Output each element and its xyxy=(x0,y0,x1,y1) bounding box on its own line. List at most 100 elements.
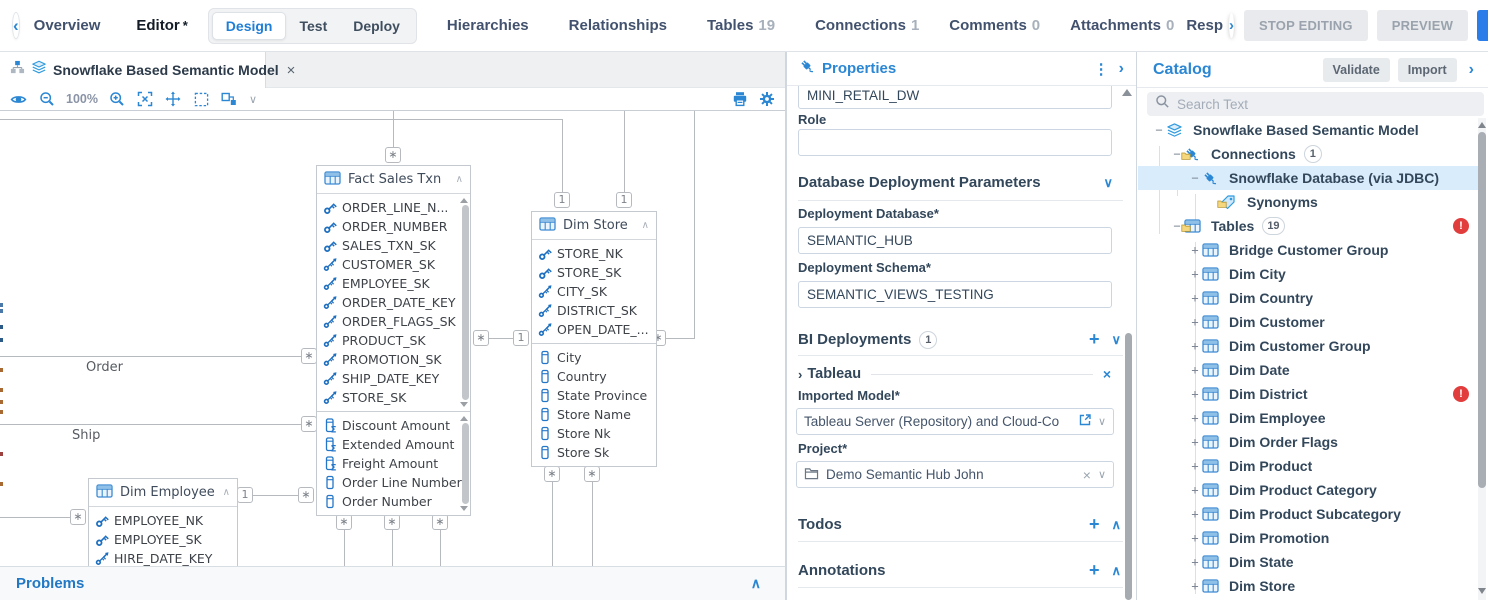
entity-field[interactable]: ΣExtended Amount xyxy=(317,435,470,454)
collapse-minus-icon[interactable]: − xyxy=(1188,171,1202,185)
tree-item-dim-employee[interactable]: +Dim Employee xyxy=(1138,406,1479,430)
expand-plus-icon[interactable]: + xyxy=(1188,291,1202,305)
scroll-up-arrow[interactable] xyxy=(460,416,468,421)
nav-overview[interactable]: Overview xyxy=(34,17,101,34)
nav-relationships[interactable]: Relationships xyxy=(569,17,667,34)
collapse-chevron-icon[interactable]: ∧ xyxy=(642,220,649,231)
entity-field[interactable]: DISTRICT_SK xyxy=(532,301,656,320)
expand-plus-icon[interactable]: + xyxy=(1188,411,1202,425)
tree-item-tables[interactable]: −Tables19! xyxy=(1138,214,1479,238)
add-bi-deployment-icon[interactable]: + xyxy=(1089,329,1100,350)
entity-field[interactable]: CUSTOMER_SK xyxy=(317,255,470,274)
scroll-down-arrow[interactable] xyxy=(460,506,468,511)
import-button[interactable]: Import xyxy=(1398,58,1457,82)
settings-gear-icon[interactable] xyxy=(758,91,775,108)
table-scrollbar[interactable] xyxy=(461,198,469,407)
diagram-canvas[interactable]: OrderShipFact Sales Txn∧ORDER_LINE_N...O… xyxy=(0,111,785,566)
entity-field[interactable]: EMPLOYEE_SK xyxy=(317,274,470,293)
entity-field[interactable]: EMPLOYEE_SK xyxy=(89,530,237,549)
entity-table-fact-sales-txn[interactable]: Fact Sales Txn∧ORDER_LINE_N...ORDER_NUMB… xyxy=(316,165,471,516)
scroll-down-arrow[interactable] xyxy=(1478,588,1486,594)
stop-editing-button[interactable]: STOP EDITING xyxy=(1244,10,1368,41)
validate-button[interactable]: Validate xyxy=(1323,58,1390,82)
entity-field[interactable]: ORDER_FLAGS_SK xyxy=(317,312,470,331)
tree-item-dim-product-subcategory[interactable]: +Dim Product Subcategory xyxy=(1138,502,1479,526)
tree-item-dim-state[interactable]: +Dim State xyxy=(1138,550,1479,574)
kebab-menu-icon[interactable]: ⋮ xyxy=(1084,60,1119,78)
entity-field[interactable]: SHIP_DATE_KEY xyxy=(317,369,470,388)
remove-tableau-icon[interactable]: × xyxy=(1103,366,1111,382)
tree-item-snowflake-based-semantic-model[interactable]: −Snowflake Based Semantic Model xyxy=(1138,118,1479,142)
properties-scrollbar[interactable] xyxy=(1125,333,1132,600)
scrollbar-thumb[interactable] xyxy=(462,205,469,400)
catalog-scrollbar[interactable] xyxy=(1478,132,1486,488)
entity-field[interactable]: ORDER_LINE_N... xyxy=(317,198,470,217)
expand-plus-icon[interactable]: + xyxy=(1188,363,1202,377)
entity-field[interactable]: City xyxy=(532,348,656,367)
add-todo-icon[interactable]: + xyxy=(1089,514,1100,535)
warehouse-field[interactable] xyxy=(798,86,1112,109)
entity-field[interactable]: HIRE_DATE_KEY xyxy=(89,549,237,566)
section-collapse-chevron-icon[interactable]: ∨ xyxy=(1103,175,1113,191)
entity-field[interactable]: ORDER_DATE_KEY xyxy=(317,293,470,312)
tree-item-dim-order-flags[interactable]: +Dim Order Flags xyxy=(1138,430,1479,454)
entity-field[interactable]: Order Line Number xyxy=(317,473,470,492)
expand-plus-icon[interactable]: + xyxy=(1188,531,1202,545)
expand-plus-icon[interactable]: + xyxy=(1188,555,1202,569)
entity-field[interactable]: STORE_SK xyxy=(317,388,470,407)
entity-field[interactable]: PRODUCT_SK xyxy=(317,331,470,350)
todos-collapse-chevron-icon[interactable]: ∧ xyxy=(1111,517,1121,533)
nav-scroll-right-button[interactable]: › xyxy=(1229,13,1234,38)
entity-table-header[interactable]: Dim Store∧ xyxy=(532,212,656,240)
scroll-up-arrow[interactable] xyxy=(460,198,468,203)
external-link-icon[interactable] xyxy=(1078,413,1092,430)
collapse-chevron-icon[interactable]: ∧ xyxy=(456,174,463,185)
tree-item-snowflake-database-via-jdbc-[interactable]: −Snowflake Database (via JDBC) xyxy=(1138,166,1479,190)
entity-field[interactable]: Store Nk xyxy=(532,424,656,443)
layout-dropdown-chevron-icon[interactable]: ∨ xyxy=(249,93,257,106)
problems-bar[interactable]: Problems ∧ xyxy=(0,566,785,600)
entity-table-header[interactable]: Dim Employee∧ xyxy=(89,479,237,507)
visibility-eye-icon[interactable] xyxy=(10,91,27,108)
tree-item-synonyms[interactable]: Synonyms xyxy=(1138,190,1479,214)
scrollbar-thumb[interactable] xyxy=(462,423,469,504)
marquee-select-icon[interactable] xyxy=(193,91,210,108)
expand-plus-icon[interactable]: + xyxy=(1188,315,1202,329)
role-field[interactable] xyxy=(798,129,1112,156)
expand-plus-icon[interactable]: + xyxy=(1188,579,1202,593)
pan-move-icon[interactable] xyxy=(165,91,182,108)
nav-hierarchies[interactable]: Hierarchies xyxy=(447,17,529,34)
entity-field[interactable]: STORE_NK xyxy=(532,244,656,263)
properties-collapse-chevron-icon[interactable]: › xyxy=(1119,60,1124,78)
tree-item-dim-date[interactable]: +Dim Date xyxy=(1138,358,1479,382)
tree-item-bridge-customer-group[interactable]: +Bridge Customer Group xyxy=(1138,238,1479,262)
nav-editor[interactable]: Editor xyxy=(136,17,179,34)
annotations-collapse-chevron-icon[interactable]: ∧ xyxy=(1111,563,1121,579)
entity-table-dim-store[interactable]: Dim Store∧STORE_NKSTORE_SKCITY_SKDISTRIC… xyxy=(531,211,657,467)
scroll-up-arrow[interactable] xyxy=(1478,122,1486,128)
scroll-up-arrow[interactable] xyxy=(1122,89,1132,96)
save-button[interactable]: SAVE xyxy=(1477,10,1488,41)
tab-close-icon[interactable]: × xyxy=(287,62,296,79)
tableau-expand-chevron-icon[interactable]: › xyxy=(798,367,802,382)
tree-item-dim-city[interactable]: +Dim City xyxy=(1138,262,1479,286)
problems-collapse-chevron-icon[interactable]: ∧ xyxy=(751,575,761,592)
tab-deploy[interactable]: Deploy xyxy=(340,13,413,39)
expand-plus-icon[interactable]: + xyxy=(1188,459,1202,473)
expand-plus-icon[interactable]: + xyxy=(1188,507,1202,521)
tree-item-dim-district[interactable]: +Dim District! xyxy=(1138,382,1479,406)
tree-item-dim-customer-group[interactable]: +Dim Customer Group xyxy=(1138,334,1479,358)
entity-field[interactable]: Order Number xyxy=(317,492,470,511)
bi-collapse-chevron-icon[interactable]: ∨ xyxy=(1111,332,1121,348)
zoom-in-icon[interactable] xyxy=(109,91,126,108)
imported-model-select[interactable]: Tableau Server (Repository) and Cloud-Co… xyxy=(796,408,1114,435)
entity-field[interactable]: Store Sk xyxy=(532,443,656,462)
nav-attachments[interactable]: Attachments0 xyxy=(1070,17,1174,34)
tree-item-dim-product-category[interactable]: +Dim Product Category xyxy=(1138,478,1479,502)
nav-resp-truncated[interactable]: Resp xyxy=(1186,17,1223,34)
entity-field[interactable]: ΣDiscount Amount xyxy=(317,416,470,435)
collapse-chevron-icon[interactable]: ∧ xyxy=(223,487,230,498)
entity-field[interactable]: EMPLOYEE_NK xyxy=(89,511,237,530)
zoom-fit-icon[interactable] xyxy=(137,91,154,108)
entity-table-dim-employee[interactable]: Dim Employee∧ EMPLOYEE_NKEMPLOYEE_SKHIRE_… xyxy=(88,478,238,566)
